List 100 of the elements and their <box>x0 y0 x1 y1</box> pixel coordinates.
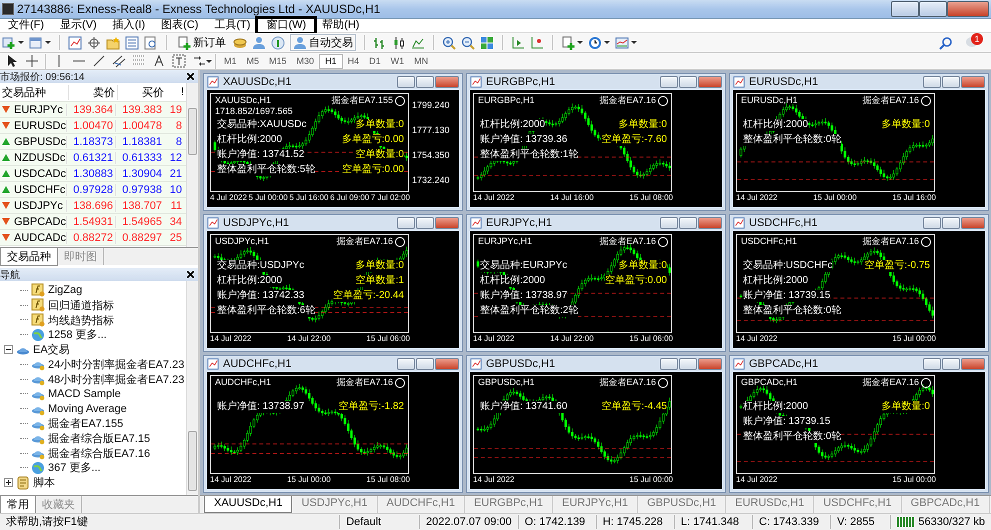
dropdown-arrow-icon[interactable] <box>631 41 637 44</box>
symbol-name[interactable]: USDJPYc <box>14 200 63 212</box>
symbol-name[interactable]: AUDCADc <box>14 232 66 244</box>
symbol-name[interactable]: NZDUSDc <box>14 152 66 164</box>
maximize-button[interactable] <box>416 358 434 370</box>
timeframe-button[interactable]: W1 <box>386 54 410 68</box>
close-button[interactable] <box>435 217 459 229</box>
menu-item[interactable]: 显示(V) <box>52 19 105 32</box>
zoom-out-icon[interactable] <box>461 36 475 50</box>
maximize-button[interactable] <box>679 358 697 370</box>
timeframe-button[interactable]: H1 <box>319 54 343 68</box>
tree-item[interactable]: 掘金者综合版EA7.15 <box>48 430 150 446</box>
chart-window[interactable] <box>203 73 463 211</box>
minimize-button[interactable] <box>660 217 678 229</box>
cursor-icon[interactable] <box>5 54 19 68</box>
minimize-button[interactable] <box>397 76 415 88</box>
menu-item[interactable]: 文件(F) <box>0 19 52 32</box>
maximize-button[interactable] <box>416 76 434 88</box>
column-header[interactable]: ! <box>166 86 186 98</box>
column-header[interactable]: 买价 <box>117 84 166 100</box>
minimize-button[interactable] <box>397 358 415 370</box>
dropdown-arrow-icon[interactable] <box>18 41 24 44</box>
minimize-button[interactable] <box>923 217 941 229</box>
chart-window[interactable]: GBPCADc,H1 GBPCADc,H1 掘金者EA7.16 杠杆比例:2000 账户净值: 13739.15 整体盈利平仓轮数:0轮 多单数量:0 14 Jul 2022 15 Jul 00:00 <box>729 355 989 493</box>
chart-window[interactable]: USDJPYc,H1 USDJPYc,H1 掘金者EA7.16 交易品种:USDJPYc 杠杆比例:2000 账户净值: 13742.33 整体盈利平仓轮数:6轮 多单数量:0 空单数量:1 空单盈亏:-20.44 14 Jul 2022 14 Jul 22:00 15 Jul 06:00 <box>203 214 463 352</box>
tree-item[interactable]: 掘金者EA7.155 <box>48 416 124 432</box>
tree-item[interactable]: 48小时分割率掘金者EA7.23 <box>48 372 184 387</box>
chart-window[interactable]: EURJPYc,H1 EURJPYc,H1 掘金者EA7.16 交易品种:EURJPYc 杠杆比例:2000 账户净值: 13738.97 整体盈利平仓轮数:2轮 多单数量:0 空单盈亏:0.00 14 Jul 2022 14 Jul 22:00 15 Jul 06:00 <box>466 214 726 352</box>
expand-icon[interactable] <box>4 478 13 488</box>
maximize-button[interactable] <box>416 217 434 229</box>
doc-plus-icon[interactable] <box>561 36 575 50</box>
menu-item[interactable]: 帮助(H) <box>314 19 368 32</box>
maximize-button[interactable] <box>679 76 697 88</box>
minimize-button[interactable] <box>891 1 919 17</box>
label-icon[interactable] <box>172 54 186 68</box>
chart-window[interactable]: GBPUSDc,H1 GBPUSDc,H1 掘金者EA7.16 账户净值: 13741.60 空单盈亏:-4.45 14 Jul 2022 15 Jul 00:00 <box>466 355 726 493</box>
maximize-button[interactable] <box>919 1 947 17</box>
auto-trading-button[interactable]: 自动交易 <box>290 34 356 51</box>
chart-window[interactable]: USDCHFc,H1 USDCHFc,H1 掘金者EA7.16 交易品种:USDCHFc 杠杆比例:2000 账户净值: 13739.15 整体盈利平仓轮数:0轮 空单盈亏:-0.75 14 Jul 2022 15 Jul 00:00 <box>729 214 989 352</box>
symbol-name[interactable]: USDCHFc <box>14 184 66 196</box>
symbol-name[interactable]: GBPUSDc <box>14 136 66 148</box>
crosshair-icon[interactable] <box>87 36 101 50</box>
person-icon[interactable] <box>252 36 266 50</box>
maximize-button[interactable] <box>942 358 960 370</box>
timeframe-button[interactable]: H4 <box>342 54 364 68</box>
window-icon[interactable] <box>29 36 43 50</box>
close-button[interactable] <box>698 358 722 370</box>
chart-window[interactable]: AUDCHFc,H1 AUDCHFc,H1 掘金者EA7.16 账户净值: 13738.97 空单盈亏:-1.82 14 Jul 2022 15 Jul 00:00 15 Jul 08:00 <box>203 355 463 493</box>
maximize-button[interactable] <box>942 217 960 229</box>
close-button[interactable] <box>961 358 985 370</box>
chart-icon[interactable] <box>68 36 82 50</box>
chart-tab[interactable]: XAUUSDc,H1 <box>204 496 292 513</box>
tree-item[interactable]: 均线趋势指标 <box>48 312 114 328</box>
menu-item[interactable]: 插入(I) <box>104 19 154 32</box>
tree-item[interactable]: 掘金者综合版EA7.16 <box>48 446 150 461</box>
axis-star-icon[interactable] <box>530 36 544 50</box>
tree-item[interactable]: ZigZag <box>48 284 82 296</box>
column-header[interactable]: 交易品种 <box>0 84 68 100</box>
close-button[interactable] <box>698 217 722 229</box>
timeframe-button[interactable]: M30 <box>292 54 320 68</box>
panel-tab[interactable]: 交易品种 <box>0 248 58 266</box>
tree-item[interactable]: MACD Sample <box>48 388 121 400</box>
list-icon[interactable] <box>125 36 139 50</box>
minimize-button[interactable] <box>923 76 941 88</box>
tree-item[interactable]: EA交易 <box>33 342 70 358</box>
minimize-button[interactable] <box>397 217 415 229</box>
tree-item[interactable]: Moving Average <box>48 402 127 415</box>
template-icon[interactable] <box>615 36 629 50</box>
symbol-name[interactable]: USDCADc <box>14 168 66 180</box>
new-order-button[interactable]: 新订单 <box>175 34 228 51</box>
symbol-name[interactable]: GBPCADc <box>14 216 66 228</box>
dropdown-arrow-icon[interactable] <box>206 60 212 62</box>
chart-window[interactable]: EURGBPc,H1 EURGBPc,H1 掘金者EA7.16 杠杆比例:2000 账户净值: 13739.36 整体盈利平仓轮数:1轮 多单数量:0 空单盈亏:-7.60 14 Jul 2022 14 Jul 16:00 15 Jul 08:00 <box>466 73 726 211</box>
minimize-button[interactable] <box>660 358 678 370</box>
close-button[interactable] <box>435 76 459 88</box>
minimize-button[interactable] <box>660 76 678 88</box>
magnifier-doc-icon[interactable] <box>144 36 158 50</box>
close-icon[interactable] <box>187 271 194 278</box>
symbol-name[interactable]: EURJPYc <box>14 104 63 116</box>
timeframe-button[interactable]: M5 <box>242 54 264 68</box>
scrollbar[interactable] <box>186 83 198 247</box>
close-button[interactable] <box>435 358 459 370</box>
axis-shift-icon[interactable] <box>511 36 525 50</box>
minimize-button[interactable] <box>923 358 941 370</box>
clock-icon[interactable] <box>588 36 602 50</box>
candles-icon[interactable] <box>392 36 406 50</box>
tree-item[interactable]: 367 更多... <box>48 460 101 476</box>
scrollbar[interactable] <box>186 281 198 495</box>
trendline-icon[interactable] <box>92 54 106 68</box>
chart-window[interactable]: EURUSDc,H1 EURUSDc,H1 掘金者EA7.16 杠杆比例:2000 整体盈利平仓轮数:0轮 多单数量:0 14 Jul 2022 15 Jul 00:00 15 Jul 16:00 <box>729 73 989 211</box>
crosshair-lines-icon[interactable] <box>25 54 39 68</box>
bars-icon[interactable] <box>373 36 387 50</box>
menu-item[interactable]: 图表(C) <box>153 19 206 32</box>
close-button[interactable] <box>947 1 989 17</box>
close-icon[interactable] <box>187 73 194 80</box>
collapse-icon[interactable] <box>4 345 13 354</box>
maximize-button[interactable] <box>679 217 697 229</box>
coins-icon[interactable] <box>233 36 247 50</box>
timeframe-button[interactable]: MN <box>409 54 434 68</box>
tree-item[interactable]: 脚本 <box>33 475 55 490</box>
